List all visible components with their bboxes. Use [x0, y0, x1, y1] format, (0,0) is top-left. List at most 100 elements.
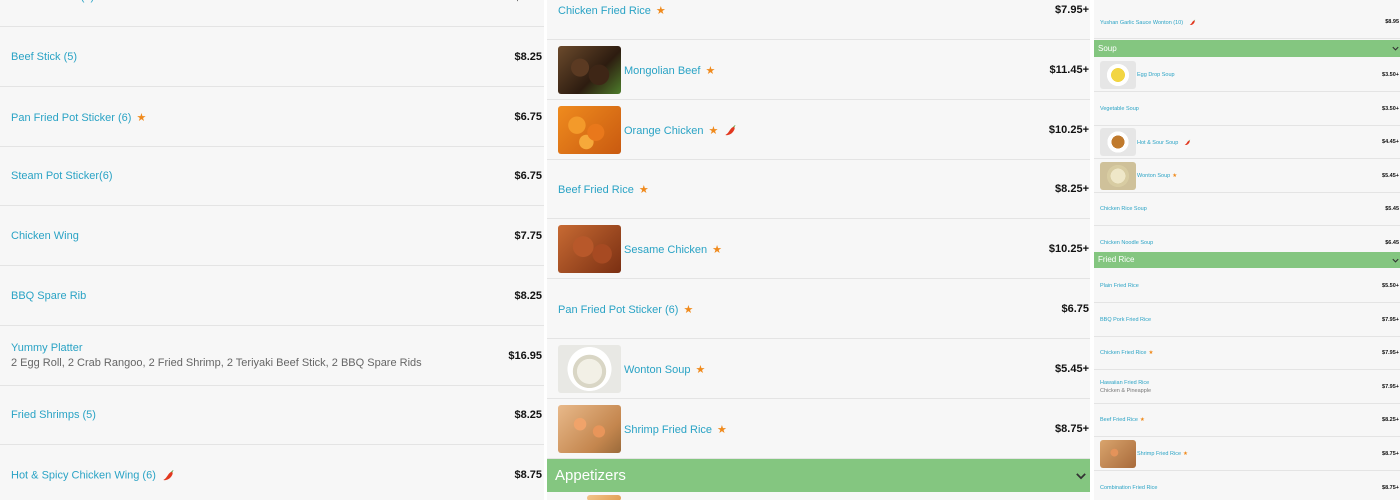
- menu-item-photo[interactable]: [1100, 61, 1136, 89]
- menu-item-name-text[interactable]: Chicken Wing: [11, 230, 79, 242]
- menu-item-row[interactable]: Wonton Soup ★ $5.45+: [547, 339, 1090, 399]
- menu-item-name[interactable]: Wonton Soup ★: [1137, 173, 1177, 179]
- menu-item-name[interactable]: Beef Stick (5): [11, 51, 77, 63]
- category-header[interactable]: Fried Rice: [1094, 252, 1400, 268]
- menu-item-name-text[interactable]: Beef Fried Rice: [558, 184, 634, 196]
- menu-item-photo[interactable]: [558, 105, 621, 154]
- chevron-down-icon[interactable]: [1391, 256, 1400, 265]
- menu-item-row[interactable]: Chicken Wing $7.75: [0, 206, 544, 267]
- menu-item-row[interactable]: Wonton Soup ★ $5.45+: [1094, 159, 1400, 193]
- menu-item-row[interactable]: Combination Fried Rice $8.75+: [1094, 471, 1400, 500]
- menu-item-row[interactable]: Hot & Spicy Chicken Wing (6) $8.75: [0, 445, 544, 500]
- menu-item-name[interactable]: Pan Fried Pot Sticker (6) ★: [11, 111, 146, 124]
- menu-item-row[interactable]: Mongolian Beef ★ $11.45+: [547, 40, 1090, 100]
- menu-item-name[interactable]: Chicken Stick (5): [11, 0, 94, 3]
- menu-item-photo[interactable]: [1100, 440, 1136, 468]
- menu-item-name-text[interactable]: Wonton Soup: [1137, 173, 1170, 179]
- menu-item-name-text[interactable]: Chicken Stick (5): [11, 0, 94, 3]
- menu-item-name[interactable]: Chicken Noodle Soup: [1100, 240, 1153, 246]
- menu-item-name-text[interactable]: Vegetable Soup: [1100, 106, 1139, 112]
- menu-item-row[interactable]: Fried Shrimps (5) $8.25: [0, 385, 544, 446]
- menu-item-name-text[interactable]: Hot & Spicy Chicken Wing (6): [11, 469, 156, 481]
- menu-item-photo[interactable]: [558, 344, 621, 393]
- menu-item-name[interactable]: Sesame Chicken ★: [624, 243, 722, 256]
- menu-item-name[interactable]: Hot & Sour Soup: [1137, 139, 1191, 146]
- menu-item-name-text[interactable]: Yushan Garlic Sauce Wonton (10): [1100, 20, 1183, 26]
- chevron-down-icon[interactable]: [1074, 469, 1088, 483]
- menu-item-name[interactable]: Wonton Soup ★: [624, 363, 705, 376]
- menu-item-name-text[interactable]: Orange Chicken: [624, 125, 704, 137]
- menu-item-name[interactable]: Egg Drop Soup: [1137, 72, 1175, 78]
- menu-item-row[interactable]: Yummy Platter 2 Egg Roll, 2 Crab Rangoo, …: [0, 326, 544, 386]
- menu-item-name-text[interactable]: Pan Fried Pot Sticker (6): [558, 304, 678, 316]
- menu-item-name-text[interactable]: BBQ Spare Rib: [11, 290, 86, 302]
- menu-item-name[interactable]: Plain Fried Rice: [1100, 283, 1139, 289]
- menu-item-name[interactable]: Shrimp Fried Rice ★: [1137, 451, 1188, 457]
- menu-item-name-text[interactable]: BBQ Pork Fried Rice: [1100, 317, 1151, 323]
- menu-item-row[interactable]: Steam Pot Sticker(6) $6.75: [0, 146, 544, 207]
- menu-item-photo[interactable]: [1100, 161, 1136, 190]
- menu-item-name-text[interactable]: Hawaiian Fried Rice: [1100, 380, 1149, 386]
- menu-item-name-text[interactable]: Steam Pot Sticker(6): [11, 170, 112, 182]
- menu-item-name[interactable]: Orange Chicken ★: [624, 124, 737, 138]
- menu-item-name-text[interactable]: Wonton Soup: [624, 364, 690, 376]
- menu-item-name-text[interactable]: Yummy Platter: [11, 342, 83, 354]
- menu-item-name-text[interactable]: Shrimp Fried Rice: [1137, 451, 1181, 457]
- menu-item-name[interactable]: Steam Pot Sticker(6): [11, 170, 112, 182]
- menu-item-name-text[interactable]: Sesame Chicken: [624, 244, 707, 256]
- menu-item-name[interactable]: Vegetable Soup: [1100, 106, 1139, 112]
- menu-item-row[interactable]: Chicken Rice Soup $5.45: [1094, 192, 1400, 227]
- menu-item-name[interactable]: Combination Fried Rice: [1100, 485, 1157, 491]
- menu-item-name[interactable]: Chicken Wing: [11, 230, 79, 242]
- menu-item-name-text[interactable]: Shrimp Fried Rice: [624, 424, 712, 436]
- menu-item-photo[interactable]: [558, 45, 621, 94]
- menu-item-name[interactable]: Hawaiian Fried Rice: [1100, 380, 1149, 386]
- menu-item-row[interactable]: Hot & Sour Soup $4.45+: [1094, 125, 1400, 160]
- chevron-down-icon[interactable]: [1391, 44, 1400, 53]
- menu-item-name-text[interactable]: Egg Drop Soup: [1137, 72, 1175, 78]
- menu-item-photo[interactable]: [587, 495, 621, 500]
- menu-item-name[interactable]: Pan Fried Pot Sticker (6) ★: [558, 303, 693, 316]
- menu-item-name[interactable]: Mongolian Beef ★: [624, 64, 715, 77]
- menu-item-row[interactable]: Orange Chicken ★ $10.25+: [547, 100, 1090, 160]
- menu-item-row[interactable]: Beef Fried Rice ★ $8.25+: [547, 159, 1090, 220]
- menu-item-name[interactable]: Chicken Fried Rice ★: [558, 4, 666, 17]
- menu-item-row[interactable]: Egg Drop Soup $3.50+: [1094, 58, 1400, 92]
- menu-item-photo[interactable]: [558, 225, 621, 274]
- menu-item-name[interactable]: Chicken Rice Soup: [1100, 206, 1147, 212]
- menu-item-name[interactable]: Chicken Fried Rice ★: [1100, 350, 1153, 356]
- menu-item-photo[interactable]: [1100, 128, 1136, 157]
- menu-item-name-text[interactable]: Mongolian Beef: [624, 65, 700, 77]
- menu-item-name[interactable]: Beef Fried Rice ★: [558, 183, 649, 196]
- menu-item-name[interactable]: BBQ Spare Rib: [11, 290, 86, 302]
- menu-item-row[interactable]: Plain Fried Rice $5.50+: [1094, 269, 1400, 303]
- menu-item-row[interactable]: BBQ Spare Rib $8.25: [0, 266, 544, 326]
- menu-item-row[interactable]: Shrimp Fried Rice ★ $8.75+: [1094, 437, 1400, 471]
- menu-item-row[interactable]: Hawaiian Fried Rice Chicken & Pineapple $7…: [1094, 370, 1400, 404]
- menu-item-row[interactable]: Chicken Stick (5) $8.75: [0, 0, 544, 27]
- menu-item-name[interactable]: Shrimp Fried Rice ★: [624, 423, 727, 436]
- menu-item-name-text[interactable]: Chicken Fried Rice: [558, 5, 651, 17]
- menu-item-name-text[interactable]: Beef Stick (5): [11, 51, 77, 63]
- menu-item-row[interactable]: Vegetable Soup $3.50+: [1094, 92, 1400, 126]
- category-header[interactable]: Appetizers: [547, 459, 1090, 492]
- category-header[interactable]: Soup: [1094, 40, 1400, 57]
- menu-item-name[interactable]: Hot & Spicy Chicken Wing (6): [11, 469, 175, 482]
- menu-item-name[interactable]: Yushan Garlic Sauce Wonton (10): [1100, 19, 1196, 26]
- menu-item-name-text[interactable]: Pan Fried Pot Sticker (6): [11, 112, 131, 124]
- menu-item-row[interactable]: Beef Stick (5) $8.25: [0, 27, 544, 87]
- menu-item-row[interactable]: Chicken Fried Rice ★ $7.95+: [1094, 336, 1400, 371]
- menu-item-name-text[interactable]: Combination Fried Rice: [1100, 485, 1157, 491]
- menu-item-name-text[interactable]: Hot & Sour Soup: [1137, 140, 1178, 146]
- menu-item-name[interactable]: BBQ Pork Fried Rice: [1100, 317, 1151, 323]
- menu-item-name[interactable]: Fried Shrimps (5): [11, 409, 96, 421]
- menu-item-row[interactable]: Chicken Fried Rice ★ $7.95+: [547, 0, 1090, 40]
- menu-item-row[interactable]: Shrimp Fried Rice ★ $8.75+: [547, 399, 1090, 459]
- menu-item-row[interactable]: Sesame Chicken ★ $10.25+: [547, 219, 1090, 280]
- menu-item-name-text[interactable]: Plain Fried Rice: [1100, 283, 1139, 289]
- menu-item-name[interactable]: Yummy Platter: [11, 342, 83, 354]
- menu-item-name-text[interactable]: Fried Shrimps (5): [11, 409, 96, 421]
- menu-item-name[interactable]: Beef Fried Rice ★: [1100, 417, 1145, 423]
- menu-item-row[interactable]: Pan Fried Pot Sticker (6) ★ $6.75: [0, 87, 544, 147]
- menu-item-name-text[interactable]: Chicken Rice Soup: [1100, 206, 1147, 212]
